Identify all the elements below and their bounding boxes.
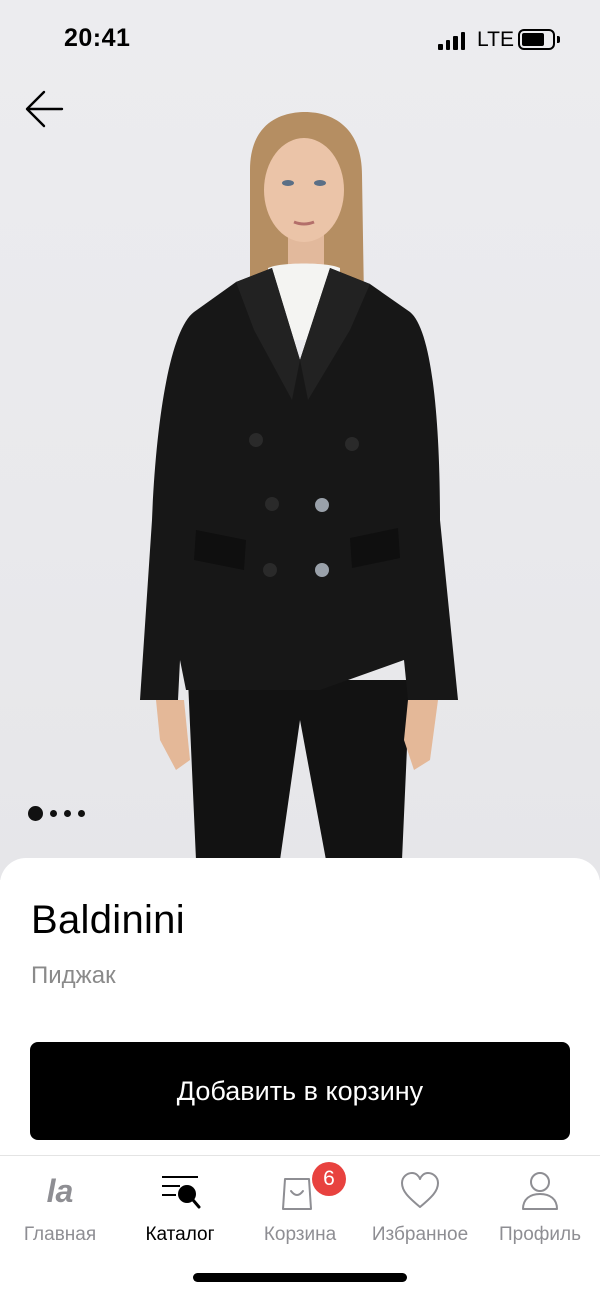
tab-profile[interactable]: Профиль [480, 1156, 600, 1256]
battery-icon [518, 29, 555, 50]
back-button[interactable] [22, 86, 68, 132]
pagination-dot[interactable] [64, 810, 71, 817]
svg-text:la: la [47, 1173, 74, 1209]
profile-icon [522, 1172, 558, 1210]
tab-label: Профиль [498, 1224, 582, 1245]
home-logo-icon: la [47, 1173, 74, 1209]
model-photo [140, 112, 458, 860]
heart-icon [401, 1172, 439, 1208]
status-time: 20:41 [64, 24, 131, 52]
tab-catalog[interactable]: Каталог [120, 1156, 240, 1256]
product-brand: Baldinini [31, 898, 185, 942]
add-to-cart-button[interactable]: Добавить в корзину [30, 1042, 570, 1140]
tab-favorites[interactable]: Избранное [360, 1156, 480, 1256]
back-arrow-icon [25, 90, 64, 128]
pagination-dot[interactable] [50, 810, 57, 817]
product-image[interactable] [0, 0, 600, 880]
tab-label: Избранное [371, 1224, 469, 1245]
image-pagination[interactable] [28, 806, 85, 821]
tab-home[interactable]: la Главная [0, 1156, 120, 1256]
status-bar: 20:41 LTE [0, 0, 600, 80]
network-type: LTE [477, 28, 514, 51]
tab-label: Каталог [145, 1224, 215, 1245]
battery-tip [557, 36, 560, 43]
tab-label: Корзина [263, 1224, 337, 1245]
catalog-search-icon [162, 1176, 201, 1209]
tab-label: Главная [23, 1224, 97, 1245]
pagination-dot[interactable] [78, 810, 85, 817]
product-type: Пиджак [31, 962, 116, 989]
pagination-dot-active[interactable] [28, 806, 43, 821]
home-indicator[interactable] [193, 1273, 407, 1282]
signal-strength-icon [438, 30, 466, 50]
cart-count-badge: 6 [312, 1162, 346, 1196]
